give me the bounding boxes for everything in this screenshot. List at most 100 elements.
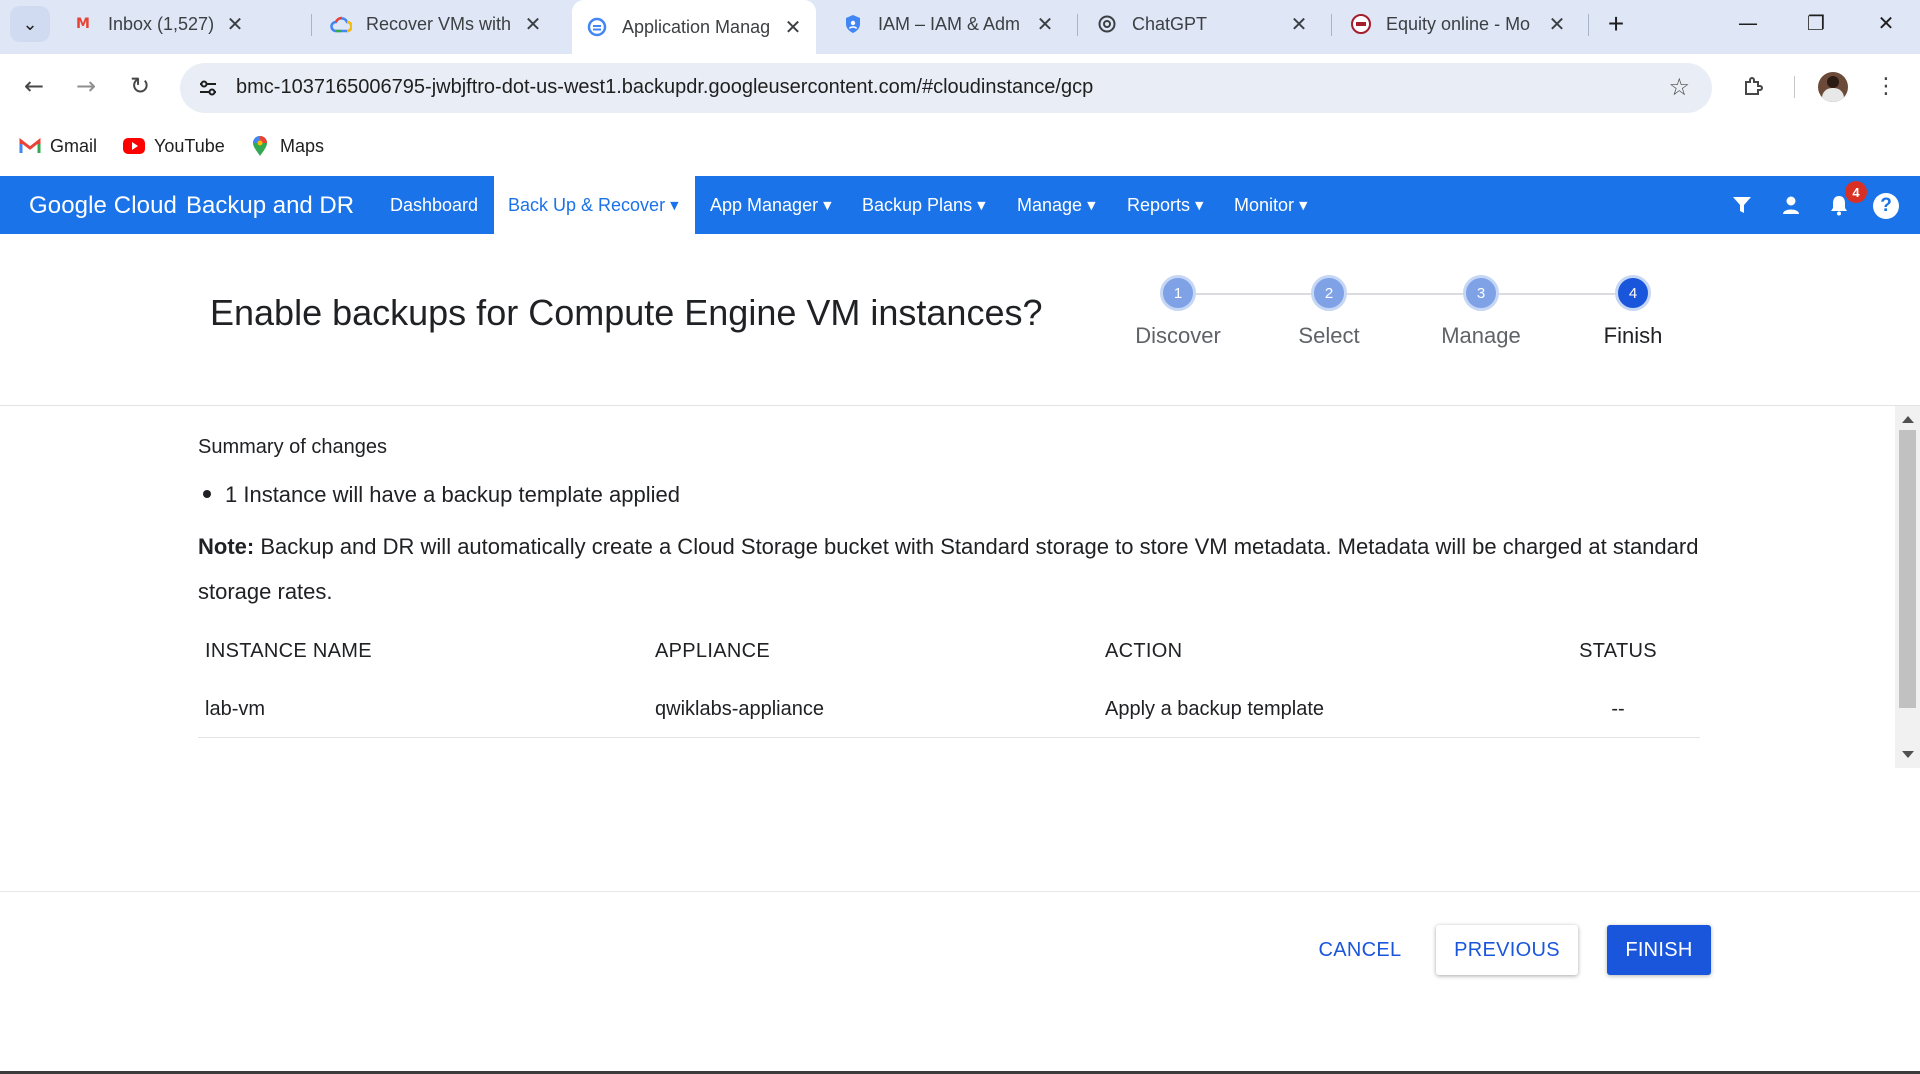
cancel-button[interactable]: CANCEL: [1305, 925, 1415, 975]
tab-separator: [311, 14, 312, 36]
previous-button[interactable]: PREVIOUS: [1436, 925, 1578, 975]
table-header: INSTANCE NAME APPLIANCE ACTION STATUS: [198, 622, 1700, 680]
bullet-dot: [203, 490, 211, 499]
content-scrollbar[interactable]: [1895, 406, 1920, 768]
nav-reports[interactable]: Reports ▼: [1113, 176, 1218, 234]
youtube-icon: [122, 136, 146, 156]
close-icon[interactable]: ✕: [784, 15, 802, 39]
browser-tab[interactable]: Recover VMs with t ✕: [316, 0, 556, 48]
browser-tab[interactable]: IAM – IAM & Adm ✕: [828, 0, 1068, 48]
step-number: 4: [1615, 275, 1651, 311]
step-label: Finish: [1603, 323, 1663, 348]
column-header[interactable]: ACTION: [1105, 622, 1182, 680]
tab-separator: [1588, 14, 1589, 36]
url-text[interactable]: bmc-1037165006795-jwbjftro-dot-us-west1.…: [236, 76, 1093, 99]
tab-title: Application Manag: [622, 16, 771, 37]
browser-tab[interactable]: Equity online - Mo ✕: [1336, 0, 1580, 48]
bookmark-label: Maps: [280, 135, 325, 156]
bookmark-youtube[interactable]: YouTube: [122, 132, 225, 160]
tab-title: IAM – IAM & Adm: [878, 13, 1021, 34]
address-bar[interactable]: bmc-1037165006795-jwbjftro-dot-us-west1.…: [180, 63, 1712, 113]
user-icon[interactable]: [1776, 190, 1806, 220]
summary-bullet: 1 Instance will have a backup template a…: [203, 482, 680, 508]
bullet-text: 1 Instance will have a backup template a…: [225, 482, 680, 507]
tab-separator: [1077, 14, 1078, 36]
caret-down-icon: ▼: [1087, 198, 1096, 212]
cell-appliance: qwiklabs-appliance: [655, 697, 824, 720]
notification-badge: 4: [1845, 181, 1867, 203]
site-info-tune-icon[interactable]: [194, 74, 222, 102]
nav-manage[interactable]: Manage ▼: [1003, 176, 1110, 234]
scroll-down-arrow-icon[interactable]: [1902, 751, 1914, 758]
reload-icon[interactable]: ↻: [120, 66, 160, 106]
minimize-icon[interactable]: —: [1714, 0, 1782, 46]
caret-down-icon: ▼: [977, 198, 986, 212]
profile-avatar[interactable]: [1818, 72, 1848, 102]
kebab-menu-icon[interactable]: ⋮: [1868, 68, 1904, 104]
step-label: Discover: [1135, 323, 1221, 348]
bookmark-maps[interactable]: Maps: [248, 132, 324, 160]
close-icon[interactable]: ✕: [1290, 12, 1308, 36]
column-header[interactable]: INSTANCE NAME: [205, 622, 372, 680]
tab-search-chevron-icon[interactable]: ⌄: [10, 6, 50, 42]
new-tab-plus-icon[interactable]: +: [1598, 6, 1634, 42]
extensions-puzzle-icon[interactable]: [1736, 68, 1772, 104]
tab-title: ChatGPT: [1132, 13, 1208, 34]
nav-app-manager[interactable]: App Manager ▼: [696, 176, 846, 234]
bookmarks-bar: Gmail YouTube Maps: [0, 120, 1920, 176]
scroll-up-arrow-icon[interactable]: [1902, 416, 1914, 423]
nav-label: Reports: [1127, 194, 1191, 215]
nav-label: Back Up & Recover: [508, 194, 666, 215]
step-number: 1: [1160, 275, 1196, 311]
wizard-header: Enable backups for Compute Engine VM ins…: [0, 234, 1920, 406]
bookmark-gmail[interactable]: Gmail: [18, 132, 97, 160]
finish-button[interactable]: FINISH: [1607, 925, 1711, 975]
table-row[interactable]: lab-vm qwiklabs-appliance Apply a backup…: [198, 680, 1700, 738]
chatgpt-icon: [1096, 13, 1118, 35]
column-header[interactable]: APPLIANCE: [655, 622, 770, 680]
instances-table: INSTANCE NAME APPLIANCE ACTION STATUS la…: [198, 622, 1700, 738]
filter-icon[interactable]: [1727, 190, 1757, 220]
summary-panel: Summary of changes 1 Instance will have …: [0, 406, 1920, 768]
google-cloud-logo[interactable]: Google Cloud: [29, 192, 177, 220]
close-icon[interactable]: ✕: [1548, 12, 1566, 36]
browser-toolbar: ← → ↻ bmc-1037165006795-jwbjftro-dot-us-…: [0, 54, 1920, 120]
close-icon[interactable]: ✕: [226, 12, 244, 36]
nav-label: Monitor: [1234, 194, 1295, 215]
page-title: Enable backups for Compute Engine VM ins…: [210, 292, 1043, 333]
step-manage: 3 Manage: [1406, 275, 1556, 349]
nav-back-up-recover[interactable]: Back Up & Recover ▼: [494, 176, 695, 234]
step-finish: 4 Finish: [1558, 275, 1708, 349]
cell-instance-name: lab-vm: [205, 697, 266, 720]
tab-title: Equity online - Mo: [1386, 13, 1531, 34]
step-number: 2: [1311, 275, 1347, 311]
bookmark-star-icon[interactable]: ☆: [1668, 73, 1690, 101]
shield-icon: [842, 13, 864, 35]
summary-heading: Summary of changes: [198, 436, 387, 458]
browser-tab[interactable]: ChatGPT ✕: [1082, 0, 1322, 48]
step-label: Select: [1298, 323, 1360, 348]
forward-arrow-icon[interactable]: →: [66, 66, 106, 106]
browser-tab-active[interactable]: Application Manag ✕: [572, 0, 816, 54]
google-cloud-icon: [330, 13, 352, 35]
help-icon[interactable]: ?: [1873, 193, 1899, 219]
note-label: Note:: [198, 534, 255, 559]
toolbar-divider: [1794, 76, 1795, 98]
browser-tab[interactable]: M Inbox (1,527) - emm ✕: [58, 0, 258, 48]
nav-backup-plans[interactable]: Backup Plans ▼: [848, 176, 1000, 234]
cell-action: Apply a backup template: [1105, 697, 1325, 720]
nav-label: Manage: [1017, 194, 1083, 215]
column-header[interactable]: STATUS: [1568, 622, 1668, 680]
restore-icon[interactable]: ❐: [1782, 0, 1850, 46]
nav-monitor[interactable]: Monitor ▼: [1220, 176, 1322, 234]
tab-separator: [1331, 14, 1332, 36]
nav-dashboard[interactable]: Dashboard: [376, 176, 492, 234]
step-label: Manage: [1441, 323, 1521, 348]
caret-down-icon: ▼: [1299, 198, 1308, 212]
close-icon[interactable]: ✕: [524, 12, 542, 36]
window-close-icon[interactable]: ✕: [1852, 0, 1920, 46]
scroll-thumb[interactable]: [1899, 430, 1916, 708]
browser-tab-strip: ⌄ M Inbox (1,527) - emm ✕ Recover VMs wi…: [0, 0, 1920, 54]
close-icon[interactable]: ✕: [1036, 12, 1054, 36]
back-arrow-icon[interactable]: ←: [14, 66, 54, 106]
